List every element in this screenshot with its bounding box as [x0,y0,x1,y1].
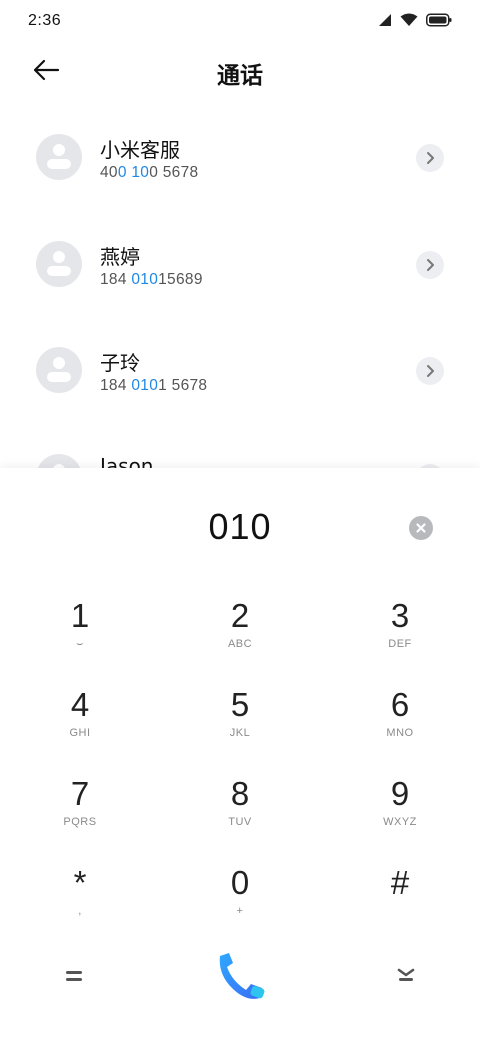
call-button[interactable] [206,944,274,1012]
menu-icon [66,971,82,981]
dialed-number: 010 [208,506,272,547]
status-bar: 2:36 [0,0,480,44]
contact-detail-button[interactable] [416,144,444,172]
contact-detail-button[interactable] [416,357,444,385]
key-8[interactable]: 8 TUV [180,774,300,854]
phone-icon [219,953,265,999]
key-9[interactable]: 9 WXYZ [340,774,460,854]
avatar [36,347,82,393]
contact-row[interactable]: 小米客服 400 100 5678 [0,104,480,210]
contact-name: 小米客服 [100,138,180,162]
battery-icon [426,13,452,27]
key-7[interactable]: 7 PQRS [20,774,140,854]
app-bar: 通话 [0,44,480,96]
status-time: 2:36 [28,12,62,29]
hide-keypad-button[interactable] [388,962,424,990]
avatar [36,454,82,468]
contact-number: 184 0101 5678 [100,377,208,394]
contact-row[interactable]: 子玲 184 0101 5678 [0,317,480,423]
key-4[interactable]: 4 GHI [20,685,140,765]
key-1[interactable]: 1 ⌣ [20,596,140,676]
key-6[interactable]: 6 MNO [340,685,460,765]
contact-name: 子玲 [100,351,140,375]
chevron-right-icon [427,152,434,164]
bottom-bar [0,940,480,1020]
chevron-down-icon [397,968,415,981]
avatar [36,134,82,180]
avatar [36,241,82,287]
contact-row[interactable]: 燕婷 184 01015689 [0,211,480,317]
signal-icon [379,14,391,26]
clear-icon [416,523,426,533]
contact-row[interactable]: Jason [0,424,480,468]
key-star[interactable]: * , [20,863,140,943]
key-2[interactable]: 2 ABC [180,596,300,676]
key-0[interactable]: 0 + [180,863,300,943]
status-icons [378,13,452,27]
key-3[interactable]: 3 DEF [340,596,460,676]
key-5[interactable]: 5 JKL [180,685,300,765]
contact-number: 400 100 5678 [100,164,199,181]
menu-button[interactable] [56,962,92,990]
contact-number: 184 01015689 [100,271,203,288]
contact-name: 燕婷 [100,245,140,269]
contact-name: Jason [100,454,154,468]
chevron-right-icon [427,259,434,271]
clear-button[interactable] [409,516,433,540]
chevron-right-icon [427,365,434,377]
contact-list: 小米客服 400 100 5678 燕婷 184 01015689 子玲 184… [0,104,480,468]
contact-detail-button[interactable] [416,251,444,279]
wifi-icon [400,13,418,26]
page-title: 通话 [217,63,263,89]
key-hash[interactable]: # [340,863,460,943]
voicemail-icon: ⌣ [76,638,84,650]
